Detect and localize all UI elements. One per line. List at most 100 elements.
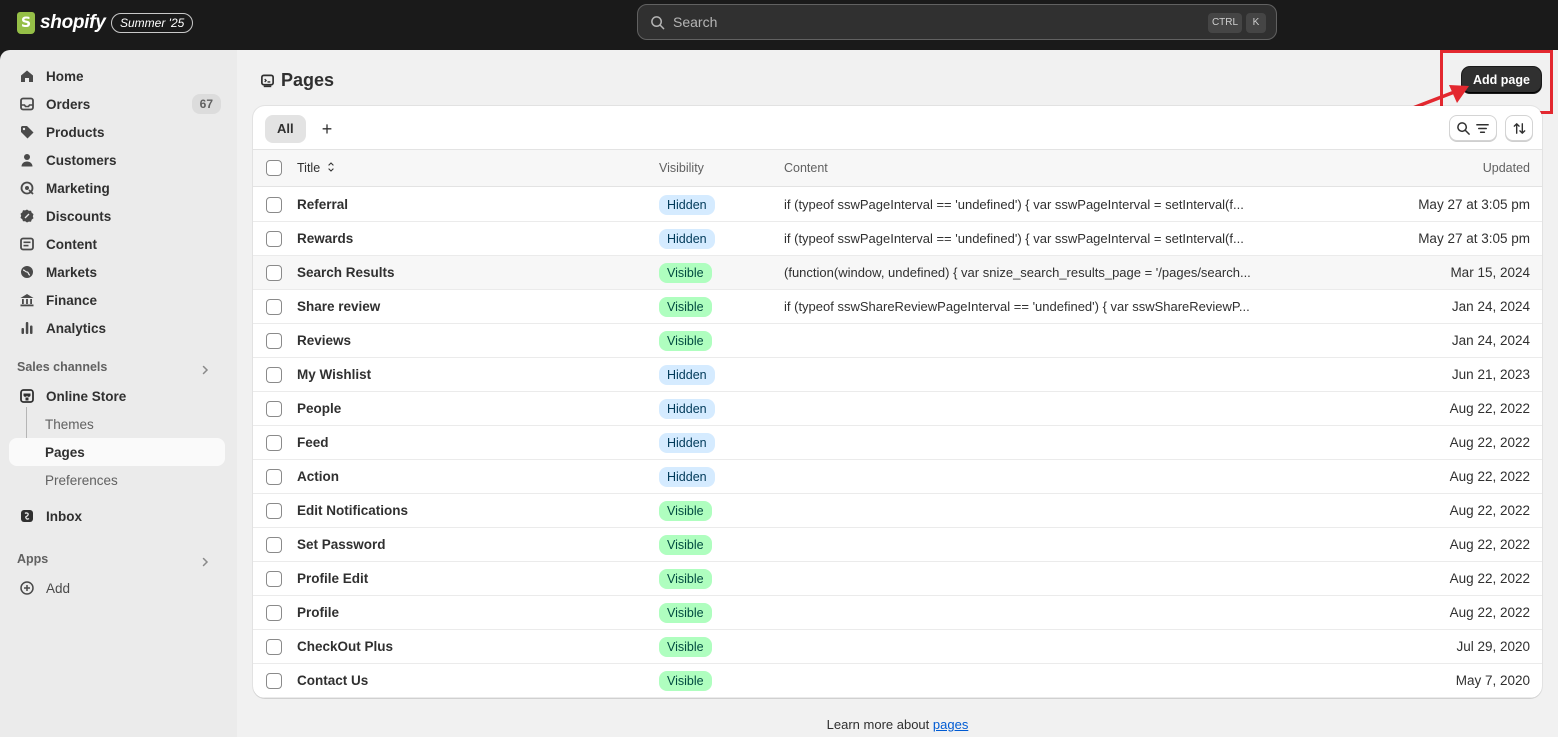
sidebar-item-customers[interactable]: Customers xyxy=(9,146,225,174)
select-all-checkbox[interactable] xyxy=(266,160,282,176)
row-checkbox[interactable] xyxy=(266,673,282,689)
table-row[interactable]: Reviews Visible Jan 24, 2024 xyxy=(253,324,1542,358)
sidebar-item-label: Customers xyxy=(46,152,117,168)
sidebar-subitem-themes[interactable]: Themes xyxy=(9,410,225,438)
row-checkbox[interactable] xyxy=(266,605,282,621)
sidebar-item-finance[interactable]: Finance xyxy=(9,286,225,314)
visibility-badge: Hidden xyxy=(659,229,715,249)
add-view-plus-icon[interactable]: + xyxy=(316,118,338,140)
sidebar-item-label: Add xyxy=(46,580,71,596)
row-checkbox[interactable] xyxy=(266,503,282,519)
main-content: Pages Add page All + Title Visibility Co… xyxy=(237,50,1558,737)
search-input[interactable]: Search CTRL K xyxy=(637,4,1277,40)
table-row[interactable]: CheckOut Plus Visible Jul 29, 2020 xyxy=(253,630,1542,664)
table-row[interactable]: Set Password Visible Aug 22, 2022 xyxy=(253,528,1542,562)
table-row[interactable]: Referral Hidden if (typeof sswPageInterval… xyxy=(253,188,1542,222)
page-title-cell[interactable]: Profile xyxy=(297,605,339,620)
row-checkbox[interactable] xyxy=(266,299,282,315)
page-title-cell[interactable]: Referral xyxy=(297,197,348,212)
sidebar-item-orders[interactable]: Orders 67 xyxy=(9,90,225,118)
page-title-cell[interactable]: CheckOut Plus xyxy=(297,639,393,654)
pages-icon xyxy=(261,74,274,87)
page-title-cell[interactable]: Contact Us xyxy=(297,673,368,688)
updated-date-cell: Jan 24, 2024 xyxy=(1451,299,1530,314)
row-checkbox[interactable] xyxy=(266,469,282,485)
row-checkbox[interactable] xyxy=(266,367,282,383)
table-row[interactable]: My Wishlist Hidden Jun 21, 2023 xyxy=(253,358,1542,392)
row-checkbox[interactable] xyxy=(266,231,282,247)
chevron-right-icon[interactable] xyxy=(199,556,211,568)
table-header: Title Visibility Content Updated xyxy=(253,150,1542,187)
page-title-cell[interactable]: Reviews xyxy=(297,333,351,348)
page-title-cell[interactable]: Rewards xyxy=(297,231,353,246)
row-checkbox[interactable] xyxy=(266,435,282,451)
sidebar-item-content[interactable]: Content xyxy=(9,230,225,258)
page-title: Pages xyxy=(260,69,334,91)
apps-heading[interactable]: Apps xyxy=(17,552,48,566)
inbox-tray-icon xyxy=(18,95,36,113)
sort-button[interactable] xyxy=(1505,115,1533,141)
page-title-cell[interactable]: Feed xyxy=(297,435,329,450)
row-checkbox[interactable] xyxy=(266,265,282,281)
row-checkbox[interactable] xyxy=(266,333,282,349)
row-checkbox[interactable] xyxy=(266,197,282,213)
table-row[interactable]: Feed Hidden Aug 22, 2022 xyxy=(253,426,1542,460)
page-title-cell[interactable]: Search Results xyxy=(297,265,395,280)
shopify-inbox-icon xyxy=(18,507,36,525)
table-row[interactable]: Profile Visible Aug 22, 2022 xyxy=(253,596,1542,630)
table-row[interactable]: Search Results Visible (function(window, u… xyxy=(253,256,1542,290)
sidebar-item-add-app[interactable]: Add xyxy=(9,574,225,602)
table-row[interactable]: Contact Us Visible May 7, 2020 xyxy=(253,664,1542,698)
table-row[interactable]: Edit Notifications Visible Aug 22, 2022 xyxy=(253,494,1542,528)
sidebar-item-analytics[interactable]: Analytics xyxy=(9,314,225,342)
visibility-badge: Hidden xyxy=(659,467,715,487)
home-icon xyxy=(18,67,36,85)
sidebar-item-home[interactable]: Home xyxy=(9,62,225,90)
visibility-badge: Visible xyxy=(659,603,712,623)
row-checkbox[interactable] xyxy=(266,401,282,417)
edition-badge[interactable]: Summer '25 xyxy=(111,13,194,33)
sidebar-item-marketing[interactable]: Marketing xyxy=(9,174,225,202)
visibility-badge: Visible xyxy=(659,263,712,283)
page-title-cell[interactable]: Profile Edit xyxy=(297,571,368,586)
row-checkbox[interactable] xyxy=(266,639,282,655)
sidebar-item-discounts[interactable]: Discounts xyxy=(9,202,225,230)
sidebar-item-online-store[interactable]: Online Store xyxy=(9,382,225,410)
table-row[interactable]: Action Hidden Aug 22, 2022 xyxy=(253,460,1542,494)
page-title-cell[interactable]: Action xyxy=(297,469,339,484)
bar-chart-icon xyxy=(18,319,36,337)
sales-channels-heading[interactable]: Sales channels xyxy=(17,360,107,374)
row-checkbox[interactable] xyxy=(266,537,282,553)
page-title-cell[interactable]: Edit Notifications xyxy=(297,503,408,518)
page-title-cell[interactable]: People xyxy=(297,401,341,416)
sidebar-subitem-preferences[interactable]: Preferences xyxy=(9,466,225,494)
pages-help-link[interactable]: pages xyxy=(933,717,968,732)
sidebar-subitem-pages[interactable]: Pages xyxy=(9,438,225,466)
shopify-bag-icon xyxy=(17,12,35,34)
visibility-badge: Hidden xyxy=(659,433,715,453)
chevron-right-icon[interactable] xyxy=(199,364,211,376)
column-title-header[interactable]: Title xyxy=(297,161,335,175)
table-row[interactable]: Share review Visible if (typeof sswShareRe… xyxy=(253,290,1542,324)
sidebar-item-label: Discounts xyxy=(46,208,112,224)
search-filter-button[interactable] xyxy=(1449,115,1497,141)
updated-date-cell: Mar 15, 2024 xyxy=(1450,265,1530,280)
sidebar-item-inbox[interactable]: Inbox xyxy=(9,502,225,530)
plus-circle-icon xyxy=(18,579,36,597)
page-title-cell[interactable]: Set Password xyxy=(297,537,386,552)
page-title-cell[interactable]: Share review xyxy=(297,299,380,314)
table-row[interactable]: People Hidden Aug 22, 2022 xyxy=(253,392,1542,426)
tab-all[interactable]: All xyxy=(265,115,306,143)
sidebar-item-markets[interactable]: Markets xyxy=(9,258,225,286)
table-row[interactable]: Rewards Hidden if (typeof sswPageInterval … xyxy=(253,222,1542,256)
table-row[interactable]: Profile Edit Visible Aug 22, 2022 xyxy=(253,562,1542,596)
updated-date-cell: Jul 29, 2020 xyxy=(1456,639,1530,654)
search-icon xyxy=(1457,121,1470,135)
sidebar-item-products[interactable]: Products xyxy=(9,118,225,146)
learn-more-note: Learn more about pages xyxy=(237,717,1558,732)
visibility-badge: Visible xyxy=(659,671,712,691)
row-checkbox[interactable] xyxy=(266,571,282,587)
updated-date-cell: Aug 22, 2022 xyxy=(1449,571,1530,586)
page-title-cell[interactable]: My Wishlist xyxy=(297,367,371,382)
shopify-logo[interactable]: shopify xyxy=(17,10,106,36)
